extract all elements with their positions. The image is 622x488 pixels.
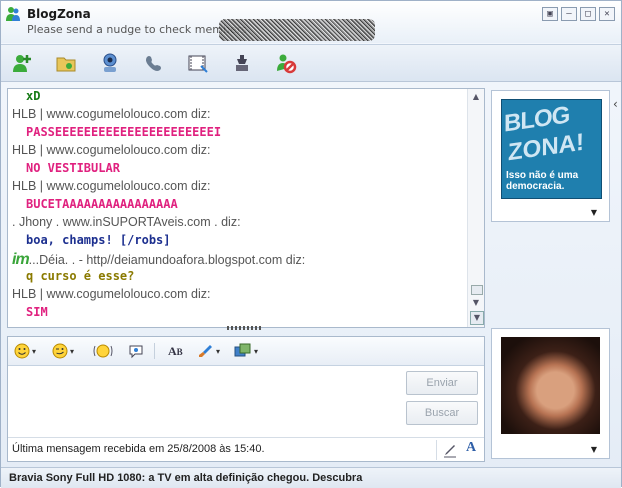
video-call-icon[interactable]	[97, 50, 123, 76]
minimize-button[interactable]: —	[561, 7, 577, 21]
picture-menu-arrow-icon[interactable]: ▼	[591, 208, 597, 217]
text-mode-icon[interactable]: A	[466, 440, 476, 456]
logo-text-3: Isso não é uma democracia.	[506, 170, 579, 192]
chat-window: BlogZona Please send a nudge to check me…	[0, 0, 622, 488]
wink-icon	[52, 343, 68, 359]
message-text: boa, champs! [/robs]	[26, 233, 171, 247]
conversation-scrollbar[interactable]: ▲ ▼ ▼	[467, 89, 484, 327]
scroll-down-arrow-icon[interactable]: ▼	[470, 297, 482, 309]
message-compose-area[interactable]: ▾ ▾ AB ▾ ▾ Enviar Buscar Última mensagem…	[7, 336, 485, 462]
my-picture-menu-arrow-icon[interactable]: ▼	[591, 445, 597, 454]
voice-clip-icon	[129, 345, 143, 359]
handwriting-icon[interactable]	[442, 442, 458, 458]
status-divider	[436, 440, 437, 460]
invite-contact-icon[interactable]	[9, 50, 35, 76]
contact-display-picture[interactable]: BLOG ZONA! Isso não é uma democracia. ▼	[491, 90, 610, 222]
message-sender: HLB | www.cogumelolouco.com diz:	[12, 179, 211, 193]
status-bar: Última mensagem recebida em 25/8/2008 às…	[8, 437, 484, 462]
send-file-icon	[234, 343, 251, 357]
message-text: SIM	[26, 305, 48, 319]
paintbrush-icon	[199, 345, 212, 357]
nudge-icon	[93, 344, 113, 358]
games-icon[interactable]	[229, 50, 255, 76]
last-message-status: Última mensagem recebida em 25/8/2008 às…	[12, 443, 265, 455]
message-text: NO VESTIBULAR	[26, 161, 120, 175]
ad-text[interactable]: Bravia Sony Full HD 1080: a TV em alta d…	[9, 472, 362, 484]
scroll-end-arrow-icon[interactable]: ▼	[470, 311, 484, 325]
scribble-graphic	[219, 19, 375, 41]
message-list: xD HLB | www.cogumelolouco.com diz: PASSEE…	[12, 89, 462, 323]
activities-icon[interactable]	[185, 50, 211, 76]
my-display-picture[interactable]: ▼	[491, 328, 610, 459]
window-title: BlogZona	[27, 7, 91, 21]
ad-banner[interactable]: Bravia Sony Full HD 1080: a TV em alta d…	[1, 467, 621, 488]
font-button[interactable]: AB	[168, 341, 183, 361]
font-icon: AB	[168, 343, 183, 358]
im-badge-icon: im	[12, 251, 30, 268]
emoticon-button[interactable]: ▾	[14, 341, 36, 361]
toolbar-divider	[154, 343, 155, 359]
message-text: BUCETAAAAAAAAAAAAAAAA	[26, 197, 178, 211]
wink-button[interactable]: ▾	[52, 341, 74, 361]
title-bar: BlogZona Please send a nudge to check me…	[1, 1, 621, 43]
share-files-icon[interactable]	[53, 50, 79, 76]
resize-grip[interactable]	[227, 326, 263, 330]
conversation-history[interactable]: xD HLB | www.cogumelolouco.com diz: PASSEE…	[7, 88, 485, 328]
menu-button[interactable]: ▣	[542, 7, 558, 21]
window-subtitle: Please send a nudge to check members	[27, 23, 247, 36]
maximize-button[interactable]: □	[580, 7, 596, 21]
message-text: PASSEEEEEEEEEEEEEEEEEEEEEEI	[26, 125, 222, 139]
message-text: q curso é esse?	[26, 269, 135, 283]
message-sender: HLB | www.cogumelolouco.com diz:	[12, 107, 211, 121]
message-sender: im...Déia. . - http//deiamundoafora.blog…	[12, 251, 306, 268]
collapse-panel-icon[interactable]: ‹	[613, 97, 622, 115]
msn-buddy-icon	[6, 7, 20, 21]
send-button[interactable]: Enviar	[406, 371, 478, 395]
send-file-button[interactable]: ▾	[234, 341, 258, 361]
search-button[interactable]: Buscar	[406, 401, 478, 425]
format-toolbar: ▾ ▾ AB ▾ ▾	[8, 337, 484, 366]
background-button[interactable]: ▾	[198, 341, 220, 361]
blogzona-logo: BLOG ZONA! Isso não é uma democracia.	[501, 99, 602, 199]
voice-clip-button[interactable]	[128, 341, 144, 361]
toolbar	[1, 44, 621, 82]
message-text: xD	[26, 89, 41, 103]
smiley-icon	[14, 343, 30, 359]
scroll-thumb[interactable]	[471, 285, 483, 295]
message-sender: . Jhony . www.inSUPORTAveis.com . diz:	[12, 215, 241, 229]
call-icon[interactable]	[141, 50, 167, 76]
user-photo	[501, 337, 600, 434]
block-icon[interactable]	[273, 50, 299, 76]
close-button[interactable]: ✕	[599, 7, 615, 21]
message-sender: HLB | www.cogumelolouco.com diz:	[12, 143, 211, 157]
message-sender: HLB | www.cogumelolouco.com diz:	[12, 287, 211, 301]
scroll-up-arrow-icon[interactable]: ▲	[470, 91, 482, 103]
nudge-button[interactable]	[92, 341, 114, 361]
